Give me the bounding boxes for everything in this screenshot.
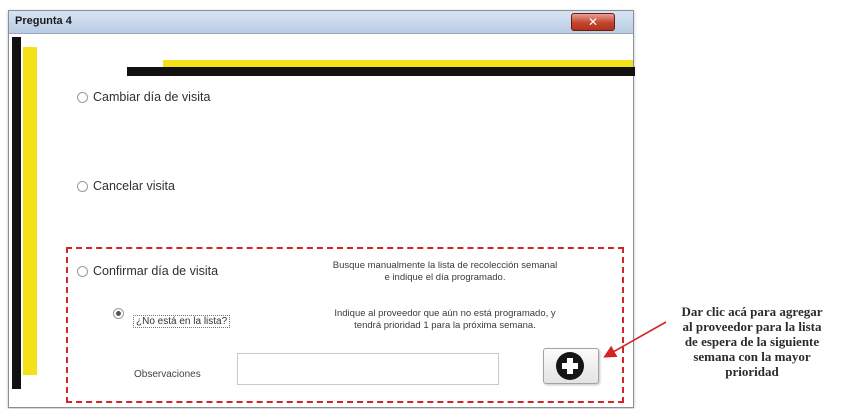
observaciones-input[interactable] (237, 353, 499, 385)
option-confirmar-label: Confirmar día de visita (93, 264, 219, 278)
annotation-line3: de espera de la siguiente (684, 334, 820, 349)
radio-cambiar[interactable] (77, 91, 88, 103)
confirm-description: Busque manualmente la lista de recolecci… (275, 260, 615, 284)
radio-cancelar[interactable] (77, 180, 88, 192)
add-provider-button[interactable] (543, 348, 599, 384)
option-confirmar[interactable]: Confirmar día de visita (77, 264, 218, 278)
confirm-desc-line2: e indique el día programado. (384, 272, 506, 283)
title-bar: Pregunta 4 ✕ (9, 11, 633, 34)
question-dialog: Pregunta 4 ✕ Cambiar día de visita Cance… (8, 10, 635, 408)
checkbox-no-esta[interactable] (113, 308, 124, 319)
option-cancelar[interactable]: Cancelar visita (77, 179, 175, 193)
left-yellow-bar (23, 47, 37, 375)
close-icon: ✕ (587, 15, 599, 29)
radio-confirmar[interactable] (77, 265, 88, 277)
annotation-line2: al proveedor para la lista (682, 319, 822, 334)
plus-circle-icon (556, 352, 584, 380)
option-cambiar[interactable]: Cambiar día de visita (77, 90, 210, 104)
top-yellow-bar (163, 60, 633, 67)
close-button[interactable]: ✕ (571, 13, 615, 31)
confirm-desc-line1: Busque manualmente la lista de recolecci… (332, 260, 558, 271)
annotation-text: Dar clic acá para agregar al proveedor p… (640, 304, 864, 379)
option-cancelar-label: Cancelar visita (93, 179, 175, 193)
observaciones-label: Observaciones (134, 369, 201, 380)
no-esta-desc-line1: Indique al proveedor que aún no está pro… (334, 308, 556, 319)
no-esta-label[interactable]: ¿No está en la lista? (133, 315, 231, 328)
no-esta-description: Indique al proveedor que aún no está pro… (275, 308, 615, 332)
window-title: Pregunta 4 (15, 15, 72, 27)
annotation-line4: semana con la mayor (693, 349, 811, 364)
top-black-bar (127, 67, 635, 76)
no-esta-desc-line2: tendrá prioridad 1 para la próxima seman… (354, 320, 536, 331)
radio-no-esta[interactable] (113, 308, 124, 319)
left-black-bar (12, 37, 21, 389)
option-cambiar-label: Cambiar día de visita (93, 90, 211, 104)
annotation-line5: prioridad (725, 364, 779, 379)
annotation-line1: Dar clic acá para agregar (681, 304, 823, 319)
